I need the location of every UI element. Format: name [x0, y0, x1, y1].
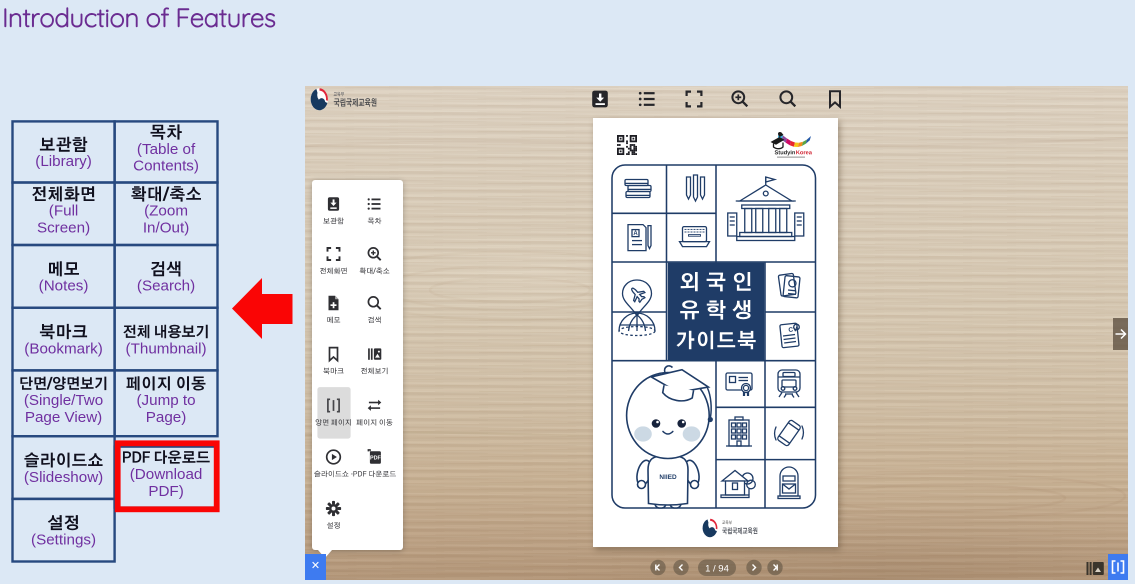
svg-text:(Zoom: (Zoom — [144, 203, 188, 220]
svg-text:(Full: (Full — [49, 203, 79, 220]
svg-text:(Single/Two: (Single/Two — [24, 392, 103, 409]
svg-text:(Jump to: (Jump to — [137, 392, 196, 409]
svg-text:Page): Page) — [146, 409, 187, 426]
svg-text:Screen): Screen) — [37, 220, 90, 237]
svg-text:(Slideshow): (Slideshow) — [24, 469, 103, 486]
svg-text:(Settings): (Settings) — [31, 532, 96, 549]
svg-text:(Table of: (Table of — [137, 141, 196, 158]
svg-text:(Notes): (Notes) — [39, 278, 89, 295]
svg-text:PDF): PDF) — [148, 483, 183, 500]
svg-text:(Search): (Search) — [137, 278, 195, 295]
svg-text:(Download: (Download — [130, 466, 203, 483]
svg-text:In/Out): In/Out) — [143, 220, 189, 237]
svg-text:Page View): Page View) — [25, 409, 102, 426]
svg-text:(Library): (Library) — [35, 153, 92, 170]
svg-text:(Bookmark): (Bookmark) — [24, 340, 102, 357]
svg-text:Contents): Contents) — [133, 158, 199, 175]
svg-text:(Thumbnail): (Thumbnail) — [126, 340, 207, 357]
